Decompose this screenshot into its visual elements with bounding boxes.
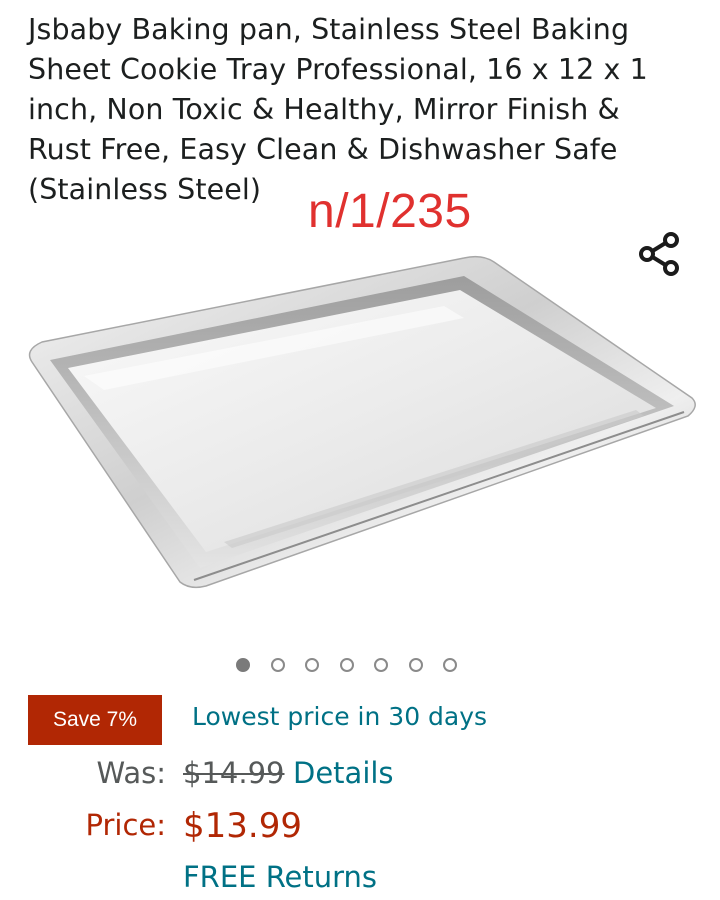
carousel-dot-2[interactable] bbox=[270, 658, 285, 672]
free-returns-link[interactable]: FREE Returns bbox=[183, 860, 377, 894]
carousel-dot-5[interactable] bbox=[374, 658, 388, 672]
carousel-dot-3[interactable] bbox=[305, 658, 319, 672]
was-label: Was: bbox=[96, 756, 166, 790]
product-image[interactable] bbox=[24, 250, 700, 590]
product-title: Jsbaby Baking pan, Stainless Steel Bakin… bbox=[28, 13, 648, 206]
price-label: Price: bbox=[85, 808, 166, 842]
lowest-price-label: Lowest price in 30 days bbox=[192, 702, 488, 731]
carousel-dot-1[interactable] bbox=[236, 658, 250, 672]
was-price: $14.99 bbox=[183, 756, 285, 790]
details-link[interactable]: Details bbox=[293, 756, 394, 790]
current-price: $13.99 bbox=[183, 806, 302, 846]
save-badge: Save 7% bbox=[28, 695, 162, 745]
baking-tray-image bbox=[28, 255, 696, 589]
annotation-text: n/1/235 bbox=[308, 185, 472, 238]
carousel-dot-4[interactable] bbox=[339, 658, 354, 672]
carousel-dot-6[interactable] bbox=[408, 658, 423, 672]
carousel-dot-7[interactable] bbox=[443, 658, 457, 672]
image-carousel-dots bbox=[236, 658, 457, 678]
